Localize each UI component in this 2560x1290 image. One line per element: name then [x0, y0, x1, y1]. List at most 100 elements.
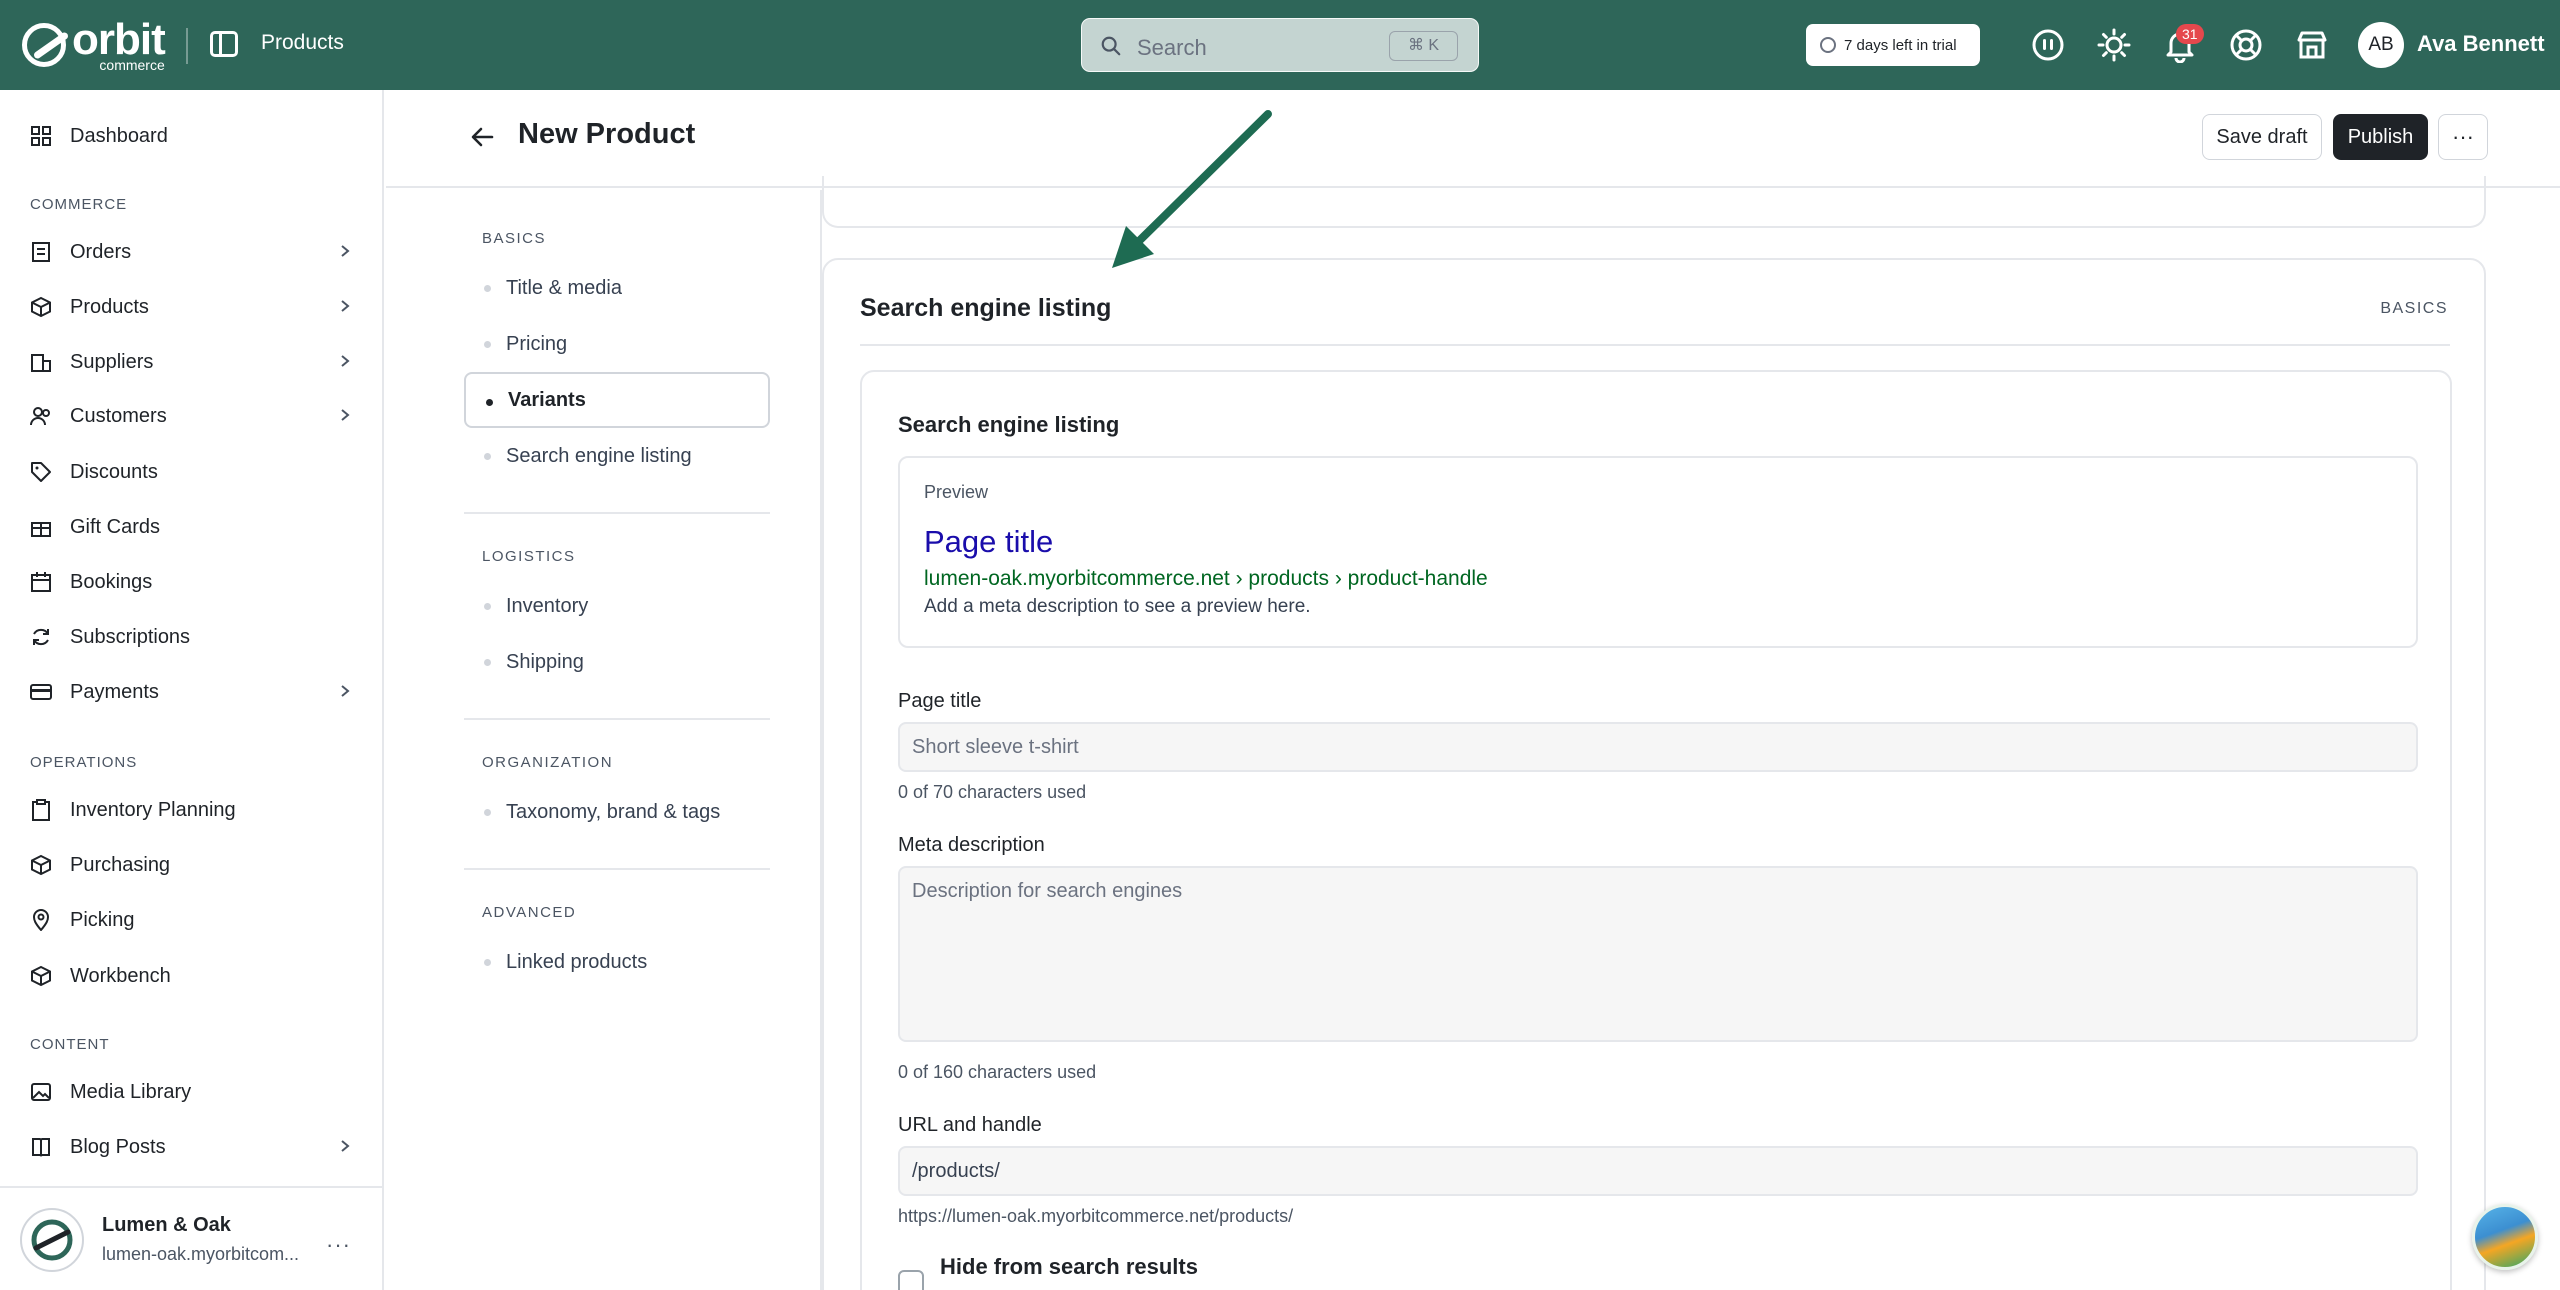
- secnav-item-pricing[interactable]: Pricing: [464, 316, 770, 372]
- help-chat-icon[interactable]: [2472, 1204, 2538, 1270]
- url-handle-label: URL and handle: [898, 1114, 1042, 1136]
- secnav-divider: [464, 512, 770, 514]
- logo-subtitle: commerce: [99, 57, 165, 73]
- sidebar-item-label: Blog Posts: [70, 1135, 166, 1158]
- back-arrow-icon[interactable]: [470, 124, 496, 150]
- section-label-commerce: COMMERCE: [30, 196, 128, 213]
- secnav-divider: [464, 868, 770, 870]
- customers-icon: [30, 407, 50, 426]
- preview-title: Page title: [924, 524, 1054, 559]
- preview-label: Preview: [924, 482, 989, 502]
- secnav-item-inventory[interactable]: Inventory: [464, 578, 770, 634]
- search-placeholder: Search: [1137, 35, 1207, 60]
- secnav-item-title-media[interactable]: Title & media: [464, 260, 770, 316]
- sidebar-item-label: Picking: [70, 908, 135, 931]
- sidebar-item-label: Inventory Planning: [70, 798, 236, 821]
- sidebar-item-label: Discounts: [70, 460, 158, 483]
- save-draft-button[interactable]: Save draft: [2202, 114, 2322, 160]
- search-icon: [1101, 36, 1121, 56]
- sidebar-item-blog-posts[interactable]: Blog Posts: [30, 1127, 360, 1167]
- sidebar-item-bookings[interactable]: Bookings: [30, 562, 360, 602]
- sidebar-item-media-library[interactable]: Media Library: [30, 1072, 360, 1112]
- sidebar-item-label: Products: [70, 295, 149, 318]
- meta-description-label: Meta description: [898, 834, 1045, 856]
- sidebar-item-label: Subscriptions: [70, 625, 191, 648]
- box-icon: [31, 854, 51, 876]
- sun-icon[interactable]: [2096, 27, 2132, 63]
- sidebar-toggle-icon[interactable]: [210, 31, 238, 57]
- chevron-right-icon: [341, 300, 350, 312]
- sidebar-item-dashboard[interactable]: Dashboard: [30, 116, 360, 156]
- page-title: New Product: [518, 118, 696, 150]
- store-more-icon[interactable]: ···: [326, 1232, 351, 1258]
- sidebar-item-label: Gift Cards: [70, 515, 161, 538]
- book-icon: [32, 1138, 50, 1157]
- card-section-tag: BASICS: [2380, 300, 2448, 317]
- calendar-icon: [31, 572, 51, 592]
- meta-description-textarea[interactable]: Description for search engines: [898, 866, 2418, 1042]
- sidebar-item-payments[interactable]: Payments: [30, 672, 360, 712]
- user-name[interactable]: Ava Bennett: [2417, 31, 2545, 57]
- secnav-item-search-engine-listing[interactable]: Search engine listing: [464, 428, 770, 484]
- secnav-group-basics: BASICS: [482, 230, 547, 247]
- help-icon[interactable]: [2228, 27, 2264, 63]
- preview-description: Add a meta description to see a preview …: [924, 596, 1311, 617]
- avatar[interactable]: AB: [2358, 22, 2404, 68]
- chevron-right-icon: [341, 245, 350, 257]
- products-icon: [31, 296, 51, 318]
- tag-icon: [31, 462, 51, 482]
- sidebar-item-label: Customers: [70, 404, 167, 427]
- pin-icon: [32, 909, 50, 931]
- card-title: Search engine listing: [860, 294, 1112, 322]
- sidebar-item-picking[interactable]: Picking: [30, 900, 360, 940]
- sidebar-item-suppliers[interactable]: Suppliers: [30, 342, 360, 382]
- assistant-icon[interactable]: [2030, 27, 2066, 63]
- more-actions-button[interactable]: ···: [2438, 114, 2488, 160]
- search-input[interactable]: Search ⌘ K: [1081, 18, 1479, 72]
- store-name: Lumen & Oak: [102, 1214, 231, 1236]
- breadcrumb[interactable]: Products: [261, 31, 344, 55]
- hide-from-search-checkbox[interactable]: [898, 1270, 924, 1290]
- suppliers-icon: [31, 354, 51, 372]
- page-title-input[interactable]: Short sleeve t-shirt: [898, 722, 2418, 772]
- sidebar-item-label: Media Library: [70, 1080, 192, 1103]
- sidebar-item-label: Payments: [70, 680, 159, 703]
- orbit-logo[interactable]: orbit commerce: [22, 15, 166, 73]
- url-handle-input[interactable]: /products/: [898, 1146, 2418, 1196]
- sidebar-item-subscriptions[interactable]: Subscriptions: [30, 617, 360, 657]
- sidebar-item-inventory-planning[interactable]: Inventory Planning: [30, 790, 360, 830]
- search-preview: Preview Page title lumen-oak.myorbitcomm…: [898, 456, 2418, 648]
- logo-word: orbit: [72, 15, 166, 64]
- page-header: New Product Save draft Publish ···: [386, 90, 2560, 188]
- secnav-item-linked-products[interactable]: Linked products: [464, 934, 770, 990]
- secnav-group-organization: ORGANIZATION: [482, 754, 614, 771]
- sidebar-item-customers[interactable]: Customers: [30, 396, 360, 436]
- meta-description-char-count: 0 of 160 characters used: [898, 1062, 1097, 1082]
- chevron-right-icon: [341, 409, 350, 421]
- sidebar-item-label: Purchasing: [70, 853, 171, 876]
- store-switcher[interactable]: Lumen & Oak lumen-oak.myorbitcom... ···: [0, 1186, 384, 1290]
- sidebar-item-workbench[interactable]: Workbench: [30, 956, 360, 996]
- search-shortcut: ⌘ K: [1389, 31, 1458, 61]
- orbit-logo-icon: [22, 23, 66, 67]
- sidebar-item-discounts[interactable]: Discounts: [30, 452, 360, 492]
- trial-text: 7 days left in trial: [1844, 36, 1957, 54]
- trial-badge[interactable]: 7 days left in trial: [1806, 24, 1980, 66]
- card-icon: [30, 684, 52, 700]
- store-icon[interactable]: [2294, 27, 2330, 63]
- secnav-item-variants[interactable]: Variants: [464, 372, 770, 428]
- sidebar-item-gift-cards[interactable]: Gift Cards: [30, 507, 360, 547]
- sidebar-item-purchasing[interactable]: Purchasing: [30, 845, 360, 885]
- sidebar-item-label: Orders: [70, 240, 132, 263]
- secnav-item-taxonomy[interactable]: Taxonomy, brand & tags: [464, 784, 770, 840]
- page-title-label: Page title: [898, 690, 982, 712]
- gift-icon: [31, 522, 51, 537]
- sidebar-item-products[interactable]: Products: [30, 287, 360, 327]
- publish-button[interactable]: Publish: [2333, 114, 2428, 160]
- inner-card-title: Search engine listing: [898, 412, 1120, 437]
- secnav-item-shipping[interactable]: Shipping: [464, 634, 770, 690]
- sidebar-item-orders[interactable]: Orders: [30, 232, 360, 272]
- sidebar-item-label: Workbench: [70, 964, 171, 987]
- secnav-group-advanced: ADVANCED: [482, 904, 577, 921]
- sidebar-item-label: Suppliers: [70, 350, 154, 373]
